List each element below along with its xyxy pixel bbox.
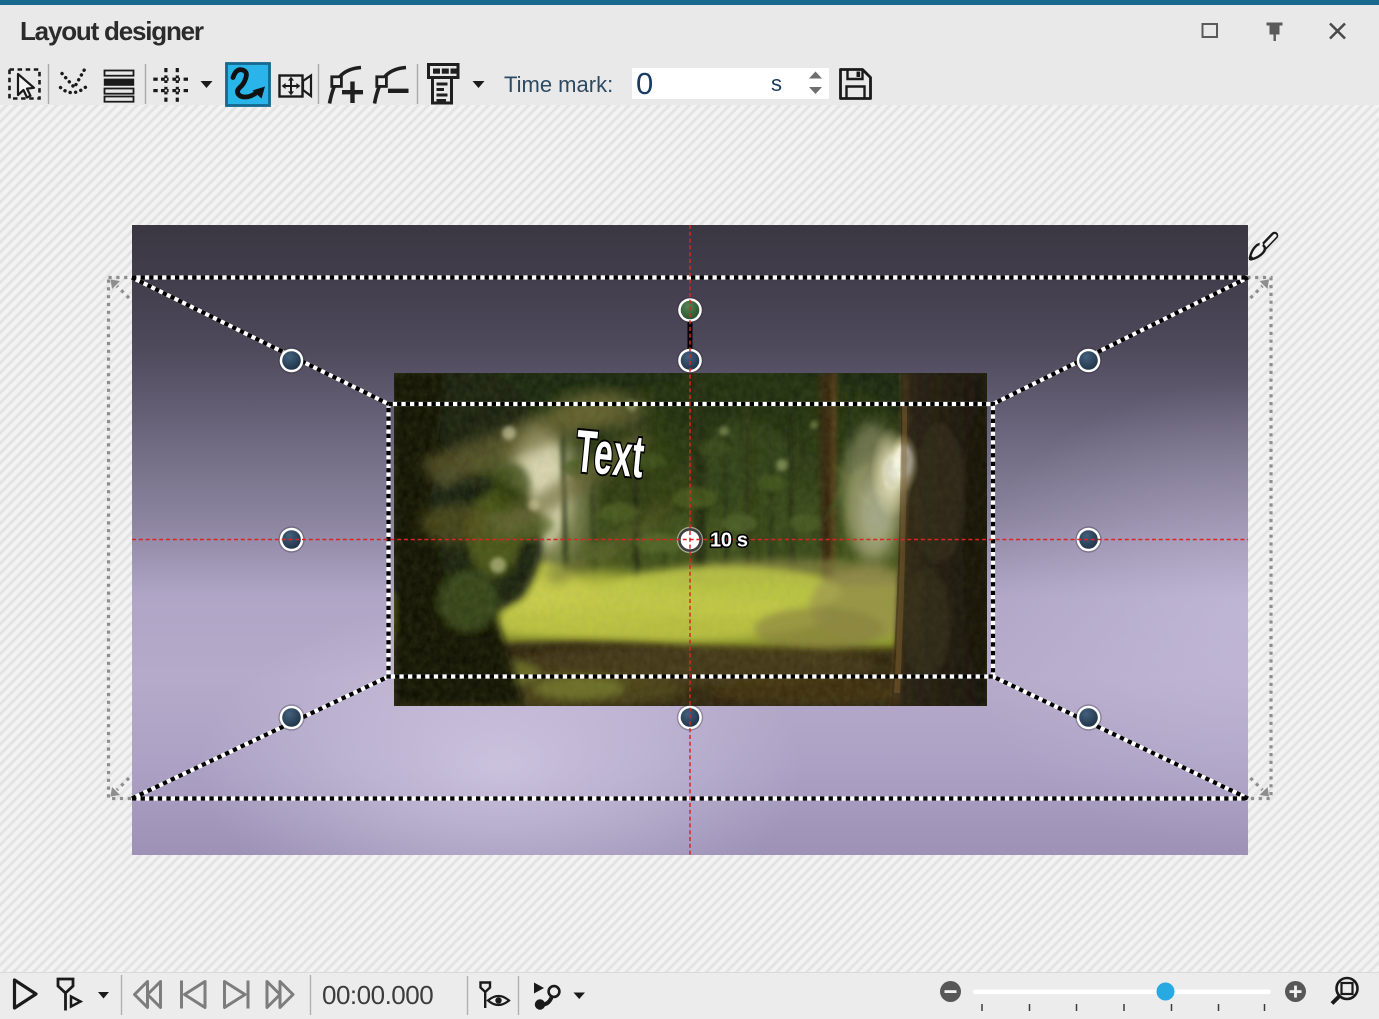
svg-text:10 s: 10 s xyxy=(710,530,748,552)
svg-text:Text: Text xyxy=(573,418,648,491)
